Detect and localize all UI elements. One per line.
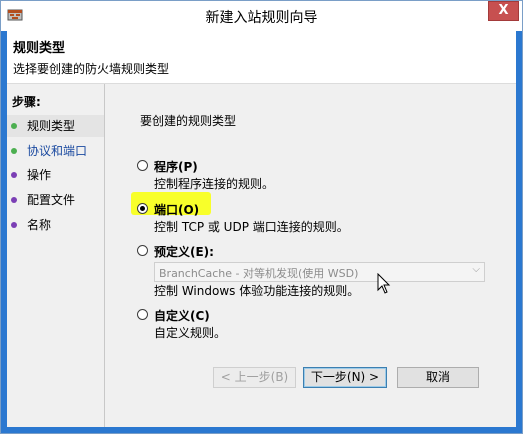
wizard-body: 步骤: 规则类型 协议和端口 操作 配置文件 名称 要创建的规则类型 程序(P)…	[7, 84, 516, 427]
step-bullet-icon	[11, 172, 17, 178]
step-action[interactable]: 操作	[7, 164, 104, 186]
option-label: 自定义(C)	[154, 309, 210, 323]
steps-panel: 步骤: 规则类型 协议和端口 操作 配置文件 名称	[7, 84, 105, 427]
close-icon: X	[498, 3, 509, 18]
step-protocol-port[interactable]: 协议和端口	[7, 140, 104, 162]
radio-custom[interactable]	[137, 309, 148, 320]
step-label: 操作	[27, 168, 52, 182]
rule-type-prompt: 要创建的规则类型	[140, 114, 237, 128]
option-description: 自定义规则。	[154, 326, 227, 340]
step-rule-type[interactable]: 规则类型	[7, 115, 104, 137]
step-bullet-icon	[11, 123, 17, 129]
title-bar: 新建入站规则向导 X	[1, 1, 522, 31]
predefined-select[interactable]: BranchCache - 对等机发现(使用 WSD) ⌵	[154, 262, 485, 282]
radio-port[interactable]	[137, 203, 148, 214]
option-description: 控制 Windows 体验功能连接的规则。	[154, 284, 360, 298]
option-label: 预定义(E):	[154, 245, 214, 259]
option-label: 端口(O)	[154, 203, 200, 217]
next-button[interactable]: 下一步(N) >	[303, 367, 387, 388]
window-title: 新建入站规则向导	[205, 10, 318, 26]
cancel-button[interactable]: 取消	[397, 367, 479, 388]
mouse-pointer-icon	[377, 273, 391, 294]
step-profile[interactable]: 配置文件	[7, 189, 104, 211]
step-label: 配置文件	[27, 193, 76, 207]
back-button[interactable]: < 上一步(B)	[213, 367, 296, 388]
step-label: 规则类型	[27, 119, 76, 133]
steps-title: 步骤:	[12, 95, 41, 109]
option-description: 控制程序连接的规则。	[154, 177, 275, 191]
step-label: 协议和端口	[27, 144, 88, 158]
step-bullet-icon	[11, 222, 17, 228]
step-bullet-icon	[11, 197, 17, 203]
close-button[interactable]: X	[488, 1, 519, 21]
predefined-select-value: BranchCache - 对等机发现(使用 WSD)	[159, 267, 359, 280]
page-subtitle: 选择要创建的防火墙规则类型	[13, 62, 170, 76]
radio-program[interactable]	[137, 160, 148, 171]
content-panel: 要创建的规则类型 程序(P) 控制程序连接的规则。 端口(O) 控制 TCP 或…	[105, 84, 516, 427]
wizard-header: 规则类型 选择要创建的防火墙规则类型	[7, 31, 516, 84]
wizard-window: 新建入站规则向导 X 规则类型 选择要创建的防火墙规则类型 步骤: 规则类型 协…	[0, 0, 523, 434]
step-label: 名称	[27, 218, 52, 232]
option-label: 程序(P)	[154, 160, 198, 174]
step-name[interactable]: 名称	[7, 214, 104, 236]
chevron-down-icon: ⌵	[472, 264, 480, 275]
page-title: 规则类型	[13, 41, 66, 56]
option-description: 控制 TCP 或 UDP 端口连接的规则。	[154, 220, 349, 234]
radio-predefined[interactable]	[137, 245, 148, 256]
step-bullet-icon	[11, 148, 17, 154]
